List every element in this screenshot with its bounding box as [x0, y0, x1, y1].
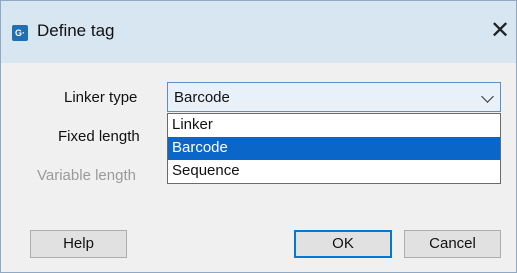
dialog-title: Define tag [37, 21, 115, 40]
linker-type-label: Linker type [64, 89, 138, 106]
option-barcode[interactable]: Barcode [168, 137, 500, 160]
define-tag-dialog: G· Define tag ✕ Linker type Fixed length… [0, 0, 517, 273]
chevron-down-icon[interactable] [481, 90, 494, 103]
title-bar: G· Define tag ✕ [1, 1, 516, 63]
variable-length-label: Variable length [37, 167, 136, 184]
linker-type-dropdown: Linker Barcode Sequence [167, 113, 501, 184]
close-icon[interactable]: ✕ [489, 17, 511, 45]
linker-type-value: Barcode [174, 89, 230, 106]
help-button[interactable]: Help [30, 230, 127, 258]
cancel-button[interactable]: Cancel [404, 230, 501, 258]
option-sequence[interactable]: Sequence [168, 160, 500, 183]
fixed-length-label: Fixed length [58, 128, 140, 145]
ok-button[interactable]: OK [294, 230, 392, 258]
option-linker[interactable]: Linker [168, 114, 500, 137]
app-icon: G· [12, 25, 28, 41]
linker-type-select[interactable]: Barcode [167, 82, 501, 112]
